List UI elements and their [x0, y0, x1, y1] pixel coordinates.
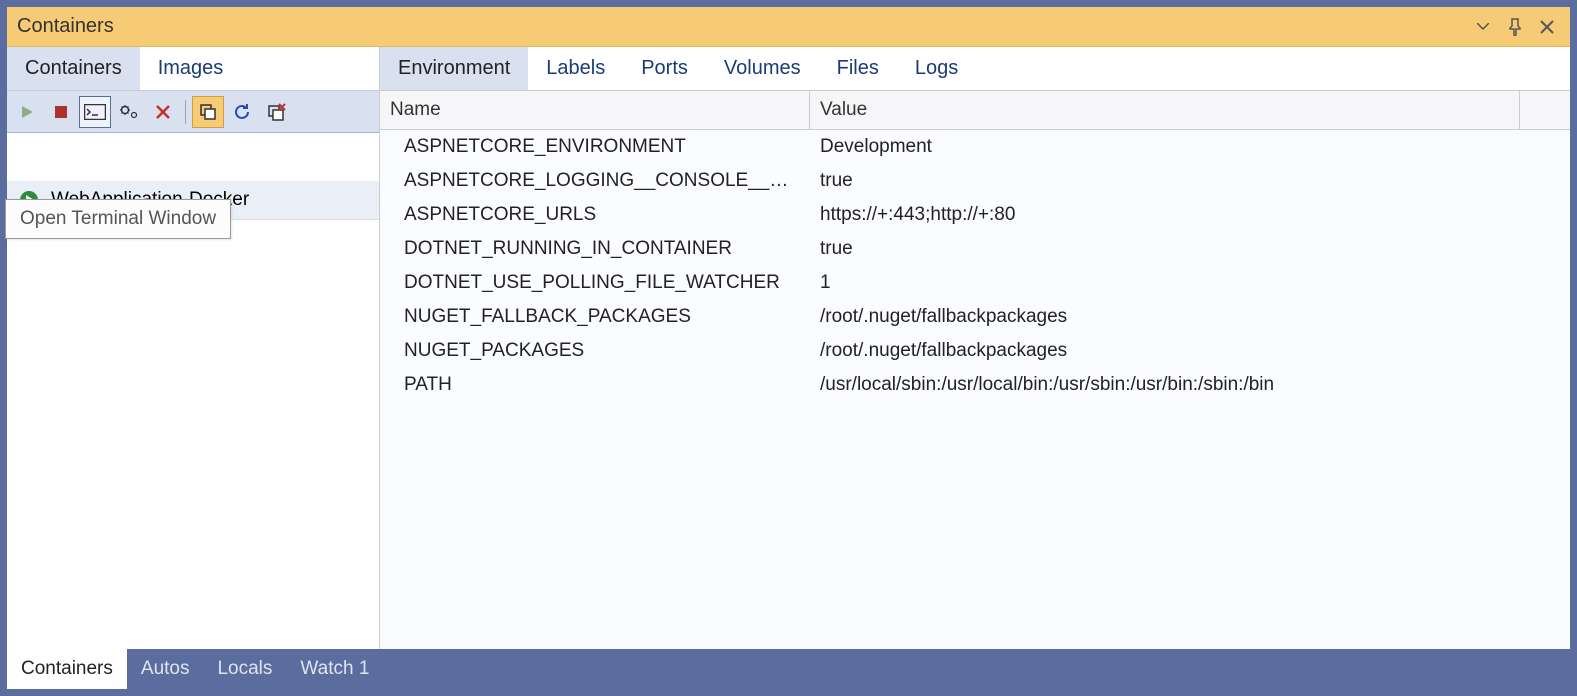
env-value: true: [810, 232, 1570, 266]
env-value: /root/.nuget/fallbackpackages: [810, 300, 1570, 334]
env-name: PATH: [380, 368, 810, 402]
tab-logs[interactable]: Logs: [897, 47, 976, 90]
pin-icon[interactable]: [1502, 14, 1528, 40]
table-row[interactable]: NUGET_FALLBACK_PACKAGES/root/.nuget/fall…: [380, 300, 1570, 334]
tab-containers[interactable]: Containers: [7, 47, 140, 90]
stop-icon[interactable]: [45, 96, 77, 128]
tab-environment[interactable]: Environment: [380, 47, 528, 90]
tab-volumes[interactable]: Volumes: [706, 47, 819, 90]
column-name[interactable]: Name: [380, 91, 810, 129]
table-row[interactable]: NUGET_PACKAGES/root/.nuget/fallbackpacka…: [380, 334, 1570, 368]
table-row[interactable]: DOTNET_USE_POLLING_FILE_WATCHER1: [380, 266, 1570, 300]
table-header: Name Value: [380, 91, 1570, 130]
column-scroll-spacer: [1520, 91, 1570, 129]
env-name: NUGET_PACKAGES: [380, 334, 810, 368]
env-name: ASPNETCORE_LOGGING__CONSOLE__DISA...: [380, 164, 810, 198]
bottom-tab-locals[interactable]: Locals: [203, 649, 286, 689]
column-value[interactable]: Value: [810, 91, 1520, 129]
env-value: /root/.nuget/fallbackpackages: [810, 334, 1570, 368]
close-icon[interactable]: [1534, 14, 1560, 40]
detail-tabs: Environment Labels Ports Volumes Files L…: [380, 47, 1570, 91]
window-dropdown-icon[interactable]: [1470, 14, 1496, 40]
bottom-tab-autos[interactable]: Autos: [127, 649, 204, 689]
table-body: ASPNETCORE_ENVIRONMENTDevelopmentASPNETC…: [380, 130, 1570, 649]
env-value: /usr/local/sbin:/usr/local/bin:/usr/sbin…: [810, 368, 1570, 402]
table-row[interactable]: ASPNETCORE_ENVIRONMENTDevelopment: [380, 130, 1570, 164]
copy-icon[interactable]: [192, 96, 224, 128]
refresh-icon[interactable]: [226, 96, 258, 128]
env-value: https://+:443;http://+:80: [810, 198, 1570, 232]
env-name: DOTNET_RUNNING_IN_CONTAINER: [380, 232, 810, 266]
bottom-tabs: Containers Autos Locals Watch 1: [7, 649, 1570, 689]
tab-images[interactable]: Images: [140, 47, 242, 90]
left-toolbar: [7, 91, 379, 133]
env-name: ASPNETCORE_URLS: [380, 198, 810, 232]
delete-icon[interactable]: [147, 96, 179, 128]
bottom-tab-containers[interactable]: Containers: [7, 649, 127, 689]
right-pane: Environment Labels Ports Volumes Files L…: [380, 47, 1570, 649]
table-row[interactable]: DOTNET_RUNNING_IN_CONTAINERtrue: [380, 232, 1570, 266]
env-name: DOTNET_USE_POLLING_FILE_WATCHER: [380, 266, 810, 300]
tab-files[interactable]: Files: [819, 47, 897, 90]
table-row[interactable]: ASPNETCORE_LOGGING__CONSOLE__DISA...true: [380, 164, 1570, 198]
env-value: 1: [810, 266, 1570, 300]
env-name: ASPNETCORE_ENVIRONMENT: [380, 130, 810, 164]
tab-labels[interactable]: Labels: [528, 47, 623, 90]
bottom-tab-watch1[interactable]: Watch 1: [286, 649, 383, 689]
window-title: Containers: [17, 15, 1464, 38]
toolbar-separator: [185, 100, 186, 124]
env-value: Development: [810, 130, 1570, 164]
env-value: true: [810, 164, 1570, 198]
prune-icon[interactable]: [260, 96, 292, 128]
table-row[interactable]: PATH/usr/local/sbin:/usr/local/bin:/usr/…: [380, 368, 1570, 402]
left-pane: Containers Images: [7, 47, 380, 649]
table-row[interactable]: ASPNETCORE_URLShttps://+:443;http://+:80: [380, 198, 1570, 232]
tooltip-open-terminal: Open Terminal Window: [5, 199, 231, 239]
start-icon[interactable]: [11, 96, 43, 128]
terminal-icon[interactable]: [79, 96, 111, 128]
titlebar: Containers: [7, 7, 1570, 47]
left-tabs: Containers Images: [7, 47, 379, 91]
settings-icon[interactable]: [113, 96, 145, 128]
tab-ports[interactable]: Ports: [623, 47, 706, 90]
env-name: NUGET_FALLBACK_PACKAGES: [380, 300, 810, 334]
